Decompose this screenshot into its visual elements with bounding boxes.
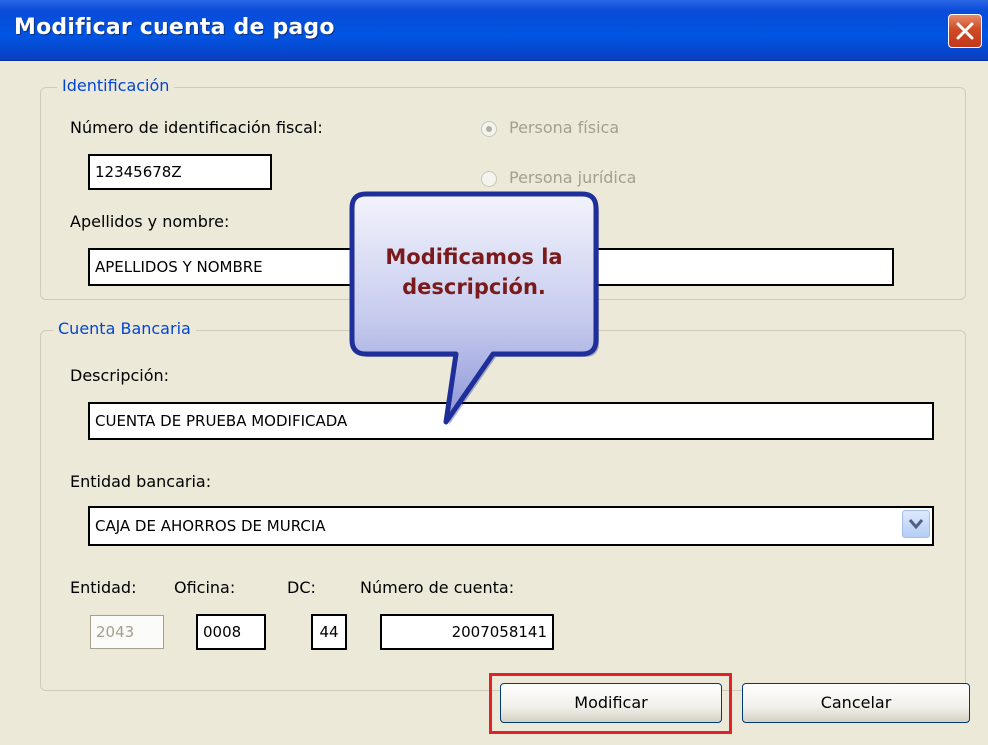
persona-juridica-radio[interactable]: [481, 171, 497, 187]
persona-fisica-label: Persona física: [509, 118, 620, 137]
oficina-field[interactable]: 0008: [196, 614, 266, 650]
callout-bubble-shape: [349, 191, 599, 425]
close-icon: [956, 22, 974, 40]
entidad-label: Entidad:: [70, 578, 137, 597]
persona-juridica-label: Persona jurídica: [509, 168, 637, 187]
callout-text: Modificamos la descripción.: [348, 242, 600, 302]
radio-selected-dot: [486, 126, 492, 132]
nif-field[interactable]: 12345678Z: [88, 154, 272, 190]
nif-label: Número de identificación fiscal:: [70, 118, 323, 137]
entidad-field[interactable]: 2043: [90, 615, 164, 649]
close-button[interactable]: [948, 14, 982, 48]
callout-line-2: descripción.: [402, 275, 546, 299]
descripcion-label: Descripción:: [70, 366, 170, 385]
callout-line-1: Modificamos la: [385, 245, 563, 269]
entidad-bancaria-value: CAJA DE AHORROS DE MURCIA: [95, 517, 326, 535]
dialog-window: Modificar cuenta de pago Identificación …: [0, 0, 988, 745]
title-bar[interactable]: Modificar cuenta de pago: [0, 0, 988, 61]
dropdown-button[interactable]: [902, 510, 930, 538]
dc-field[interactable]: 44: [311, 614, 347, 650]
entidad-bancaria-select[interactable]: CAJA DE AHORROS DE MURCIA: [88, 506, 934, 546]
numero-cuenta-field[interactable]: 2007058141: [380, 614, 554, 650]
persona-fisica-radio[interactable]: [481, 121, 497, 137]
dc-label: DC:: [287, 578, 316, 597]
cuenta-bancaria-legend: Cuenta Bancaria: [53, 319, 196, 338]
tutorial-callout: Modificamos la descripción.: [348, 190, 600, 425]
numero-cuenta-label: Número de cuenta:: [360, 578, 515, 597]
window-title: Modificar cuenta de pago: [14, 15, 335, 40]
nombre-label: Apellidos y nombre:: [70, 212, 230, 231]
cancelar-button[interactable]: Cancelar: [742, 683, 970, 723]
modificar-button[interactable]: Modificar: [500, 683, 722, 723]
chevron-down-icon: [909, 519, 923, 530]
identificacion-legend: Identificación: [57, 76, 175, 95]
entidad-bancaria-label: Entidad bancaria:: [70, 472, 212, 491]
oficina-label: Oficina:: [174, 578, 236, 597]
